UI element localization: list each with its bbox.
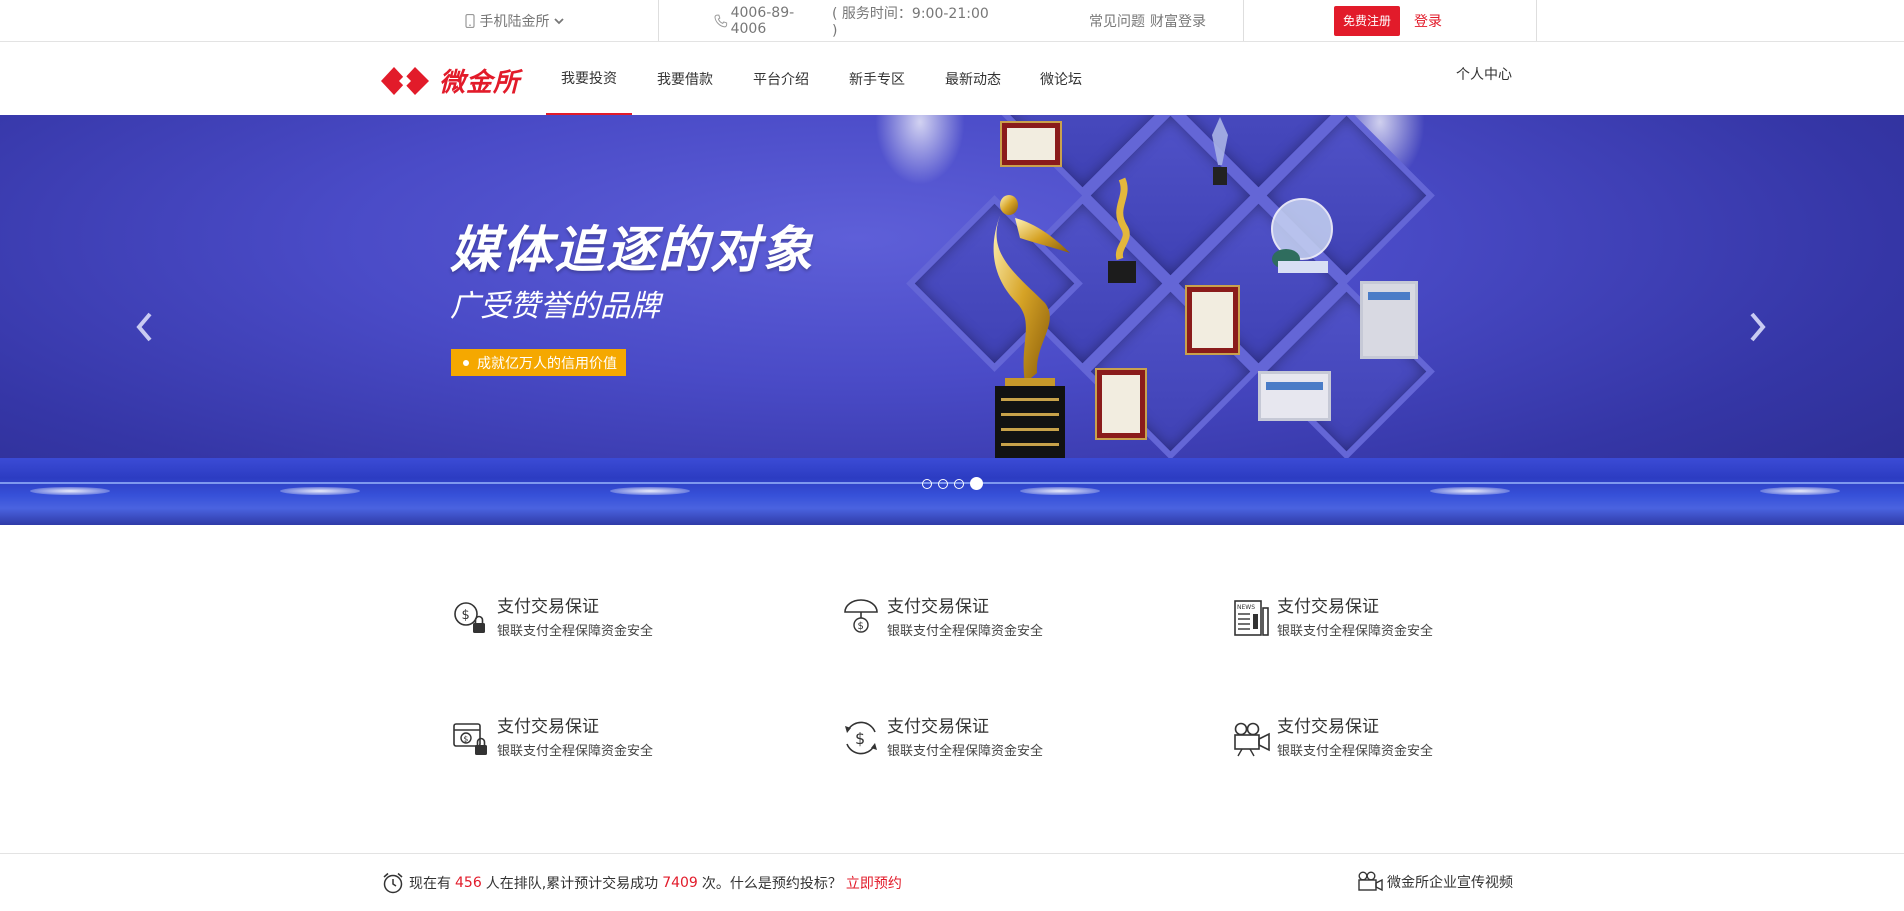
logo[interactable]: 微金所 bbox=[381, 62, 520, 99]
nav-item-borrow[interactable]: 我要借款 bbox=[648, 42, 722, 115]
banner-tag-label: 成就亿万人的信用价值 bbox=[477, 355, 617, 372]
feature-item: $ 支付交易保证 银联支付全程保障资金安全 bbox=[842, 592, 1142, 642]
svg-text:$: $ bbox=[463, 735, 468, 744]
feature-item: $ 支付交易保证 银联支付全程保障资金安全 bbox=[452, 592, 752, 642]
svg-text:NEWS: NEWS bbox=[1237, 604, 1255, 611]
award-plaque bbox=[1185, 285, 1240, 355]
chevron-down-icon bbox=[553, 17, 564, 24]
floor-light bbox=[280, 487, 360, 495]
golden-statue-icon bbox=[993, 195, 1070, 458]
next-slide-arrow-icon[interactable] bbox=[1748, 310, 1768, 344]
floor-light bbox=[30, 487, 110, 495]
login-link[interactable]: 登录 bbox=[1414, 11, 1442, 31]
nav-item-invest[interactable]: 我要投资 bbox=[546, 42, 632, 115]
faq-link[interactable]: 常见问题 bbox=[1089, 11, 1145, 31]
floor-light bbox=[1020, 487, 1100, 495]
newspaper-icon: NEWS bbox=[1234, 600, 1269, 636]
register-button[interactable]: 免费注册 bbox=[1334, 5, 1401, 36]
divider bbox=[1536, 0, 1537, 41]
svg-text:$: $ bbox=[462, 608, 470, 623]
mobile-app-label: 手机陆金所 bbox=[479, 13, 550, 30]
feature-item: $ 支付交易保证 银联支付全程保障资金安全 bbox=[452, 712, 752, 762]
slide-dot-4[interactable] bbox=[970, 477, 983, 490]
divider bbox=[658, 0, 659, 41]
divider bbox=[1243, 0, 1244, 41]
dollar-cycle-icon: $ bbox=[845, 721, 877, 755]
wealth-login-link[interactable]: 财富登录 bbox=[1150, 11, 1206, 31]
feature-desc: 银联支付全程保障资金安全 bbox=[497, 624, 654, 639]
feature-title: 支付交易保证 bbox=[1277, 597, 1379, 617]
queue-mid: 人在排队,累计预计交易成功 bbox=[485, 876, 659, 892]
feature-item: NEWS 支付交易保证 银联支付全程保障资金安全 bbox=[1232, 592, 1532, 642]
phone-icon bbox=[714, 14, 728, 27]
floor-light bbox=[1430, 487, 1510, 495]
logo-text: 微金所 bbox=[439, 68, 521, 98]
logo-diamond-icon bbox=[381, 66, 429, 95]
slide-dot-2[interactable] bbox=[938, 478, 948, 489]
video-camera-icon bbox=[1234, 722, 1270, 757]
help-links: 常见问题 财富登录 bbox=[1085, 0, 1210, 41]
personal-center-link[interactable]: 个人中心 bbox=[1456, 64, 1512, 84]
feature-title: 支付交易保证 bbox=[497, 597, 599, 617]
floor-light bbox=[610, 487, 690, 495]
success-count: 7409 bbox=[662, 875, 698, 891]
dollar-lock-icon: $ bbox=[454, 602, 485, 633]
bullet-icon bbox=[463, 359, 469, 366]
bottom-bar: 现在有 456 人在排队,累计预计交易成功 7409 次。什么是预约投标？ 立即… bbox=[0, 853, 1904, 911]
svg-text:$: $ bbox=[855, 729, 865, 748]
slide-dot-3[interactable] bbox=[954, 478, 964, 489]
nav-item-platform[interactable]: 平台介绍 bbox=[744, 42, 818, 115]
award-plaque bbox=[1095, 368, 1147, 440]
gold-trophy-icon bbox=[1108, 177, 1136, 283]
banner-title: 媒体追逐的对象 bbox=[450, 221, 814, 279]
feature-desc: 银联支付全程保障资金安全 bbox=[1277, 624, 1434, 639]
mobile-phone-icon bbox=[464, 13, 475, 28]
promo-video-link[interactable]: 微金所企业宣传视频 bbox=[1357, 871, 1513, 893]
feature-desc: 银联支付全程保障资金安全 bbox=[1277, 744, 1434, 759]
floor-light bbox=[1760, 487, 1840, 495]
svg-text:$: $ bbox=[858, 621, 864, 632]
alarm-clock-icon bbox=[383, 872, 403, 894]
prev-slide-arrow-icon[interactable] bbox=[134, 310, 154, 344]
video-camera-icon bbox=[1358, 871, 1383, 892]
crystal-trophy-icon bbox=[1212, 117, 1228, 185]
slide-indicators bbox=[922, 477, 983, 490]
feature-desc: 银联支付全程保障资金安全 bbox=[887, 624, 1044, 639]
slide-dot-1[interactable] bbox=[922, 478, 932, 489]
award-plaque bbox=[1000, 121, 1062, 167]
main-nav: 微金所 我要投资 我要借款 平台介绍 新手专区 最新动态 微论坛 个人中心 bbox=[0, 42, 1904, 115]
queue-status: 现在有 456 人在排队,累计预计交易成功 7409 次。什么是预约投标？ 立即… bbox=[381, 871, 906, 895]
hotline-number: 4006-89-4006 bbox=[730, 4, 795, 37]
feature-desc: 银联支付全程保障资金安全 bbox=[497, 744, 654, 759]
feature-title: 支付交易保证 bbox=[887, 597, 989, 617]
mobile-app-link[interactable]: 手机陆金所 bbox=[459, 0, 569, 41]
hotline: 4006-89-4006 ( 服务时间：9:00-21:00 ) bbox=[714, 0, 994, 41]
banner-subtitle: 广受赞誉的品牌 bbox=[450, 289, 660, 324]
nav-item-news[interactable]: 最新动态 bbox=[936, 42, 1010, 115]
umbrella-dollar-icon: $ bbox=[844, 599, 878, 633]
feature-title: 支付交易保证 bbox=[497, 717, 599, 737]
nav-item-newbie[interactable]: 新手专区 bbox=[840, 42, 914, 115]
queue-prefix: 现在有 bbox=[409, 876, 451, 892]
award-certificate bbox=[1258, 371, 1331, 421]
promo-video-label: 微金所企业宣传视频 bbox=[1387, 875, 1513, 891]
banner-tag[interactable]: 成就亿万人的信用价值 bbox=[451, 349, 626, 376]
nav-item-forum[interactable]: 微论坛 bbox=[1031, 42, 1091, 115]
crystal-globe-icon bbox=[1271, 198, 1333, 273]
reserve-link[interactable]: 立即预约 bbox=[846, 873, 902, 893]
feature-title: 支付交易保证 bbox=[887, 717, 989, 737]
auth-actions: 免费注册 登录 bbox=[1334, 0, 1484, 41]
feature-desc: 银联支付全程保障资金安全 bbox=[887, 744, 1044, 759]
queue-count: 456 bbox=[455, 875, 482, 891]
queue-suffix: 次。什么是预约投标？ bbox=[701, 876, 842, 892]
award-certificate bbox=[1360, 281, 1418, 359]
feature-item: $ 支付交易保证 银联支付全程保障资金安全 bbox=[842, 712, 1142, 762]
feature-title: 支付交易保证 bbox=[1277, 717, 1379, 737]
wallet-lock-icon: $ bbox=[453, 723, 487, 755]
feature-item: 支付交易保证 银联支付全程保障资金安全 bbox=[1232, 712, 1532, 762]
service-hours: ( 服务时间：9:00-21:00 ) bbox=[832, 5, 989, 39]
hero-banner: 媒体追逐的对象 广受赞誉的品牌 成就亿万人的信用价值 bbox=[0, 115, 1904, 525]
top-bar: 手机陆金所 4006-89-4006 ( 服务时间：9:00-21:00 ) 常… bbox=[0, 0, 1904, 42]
